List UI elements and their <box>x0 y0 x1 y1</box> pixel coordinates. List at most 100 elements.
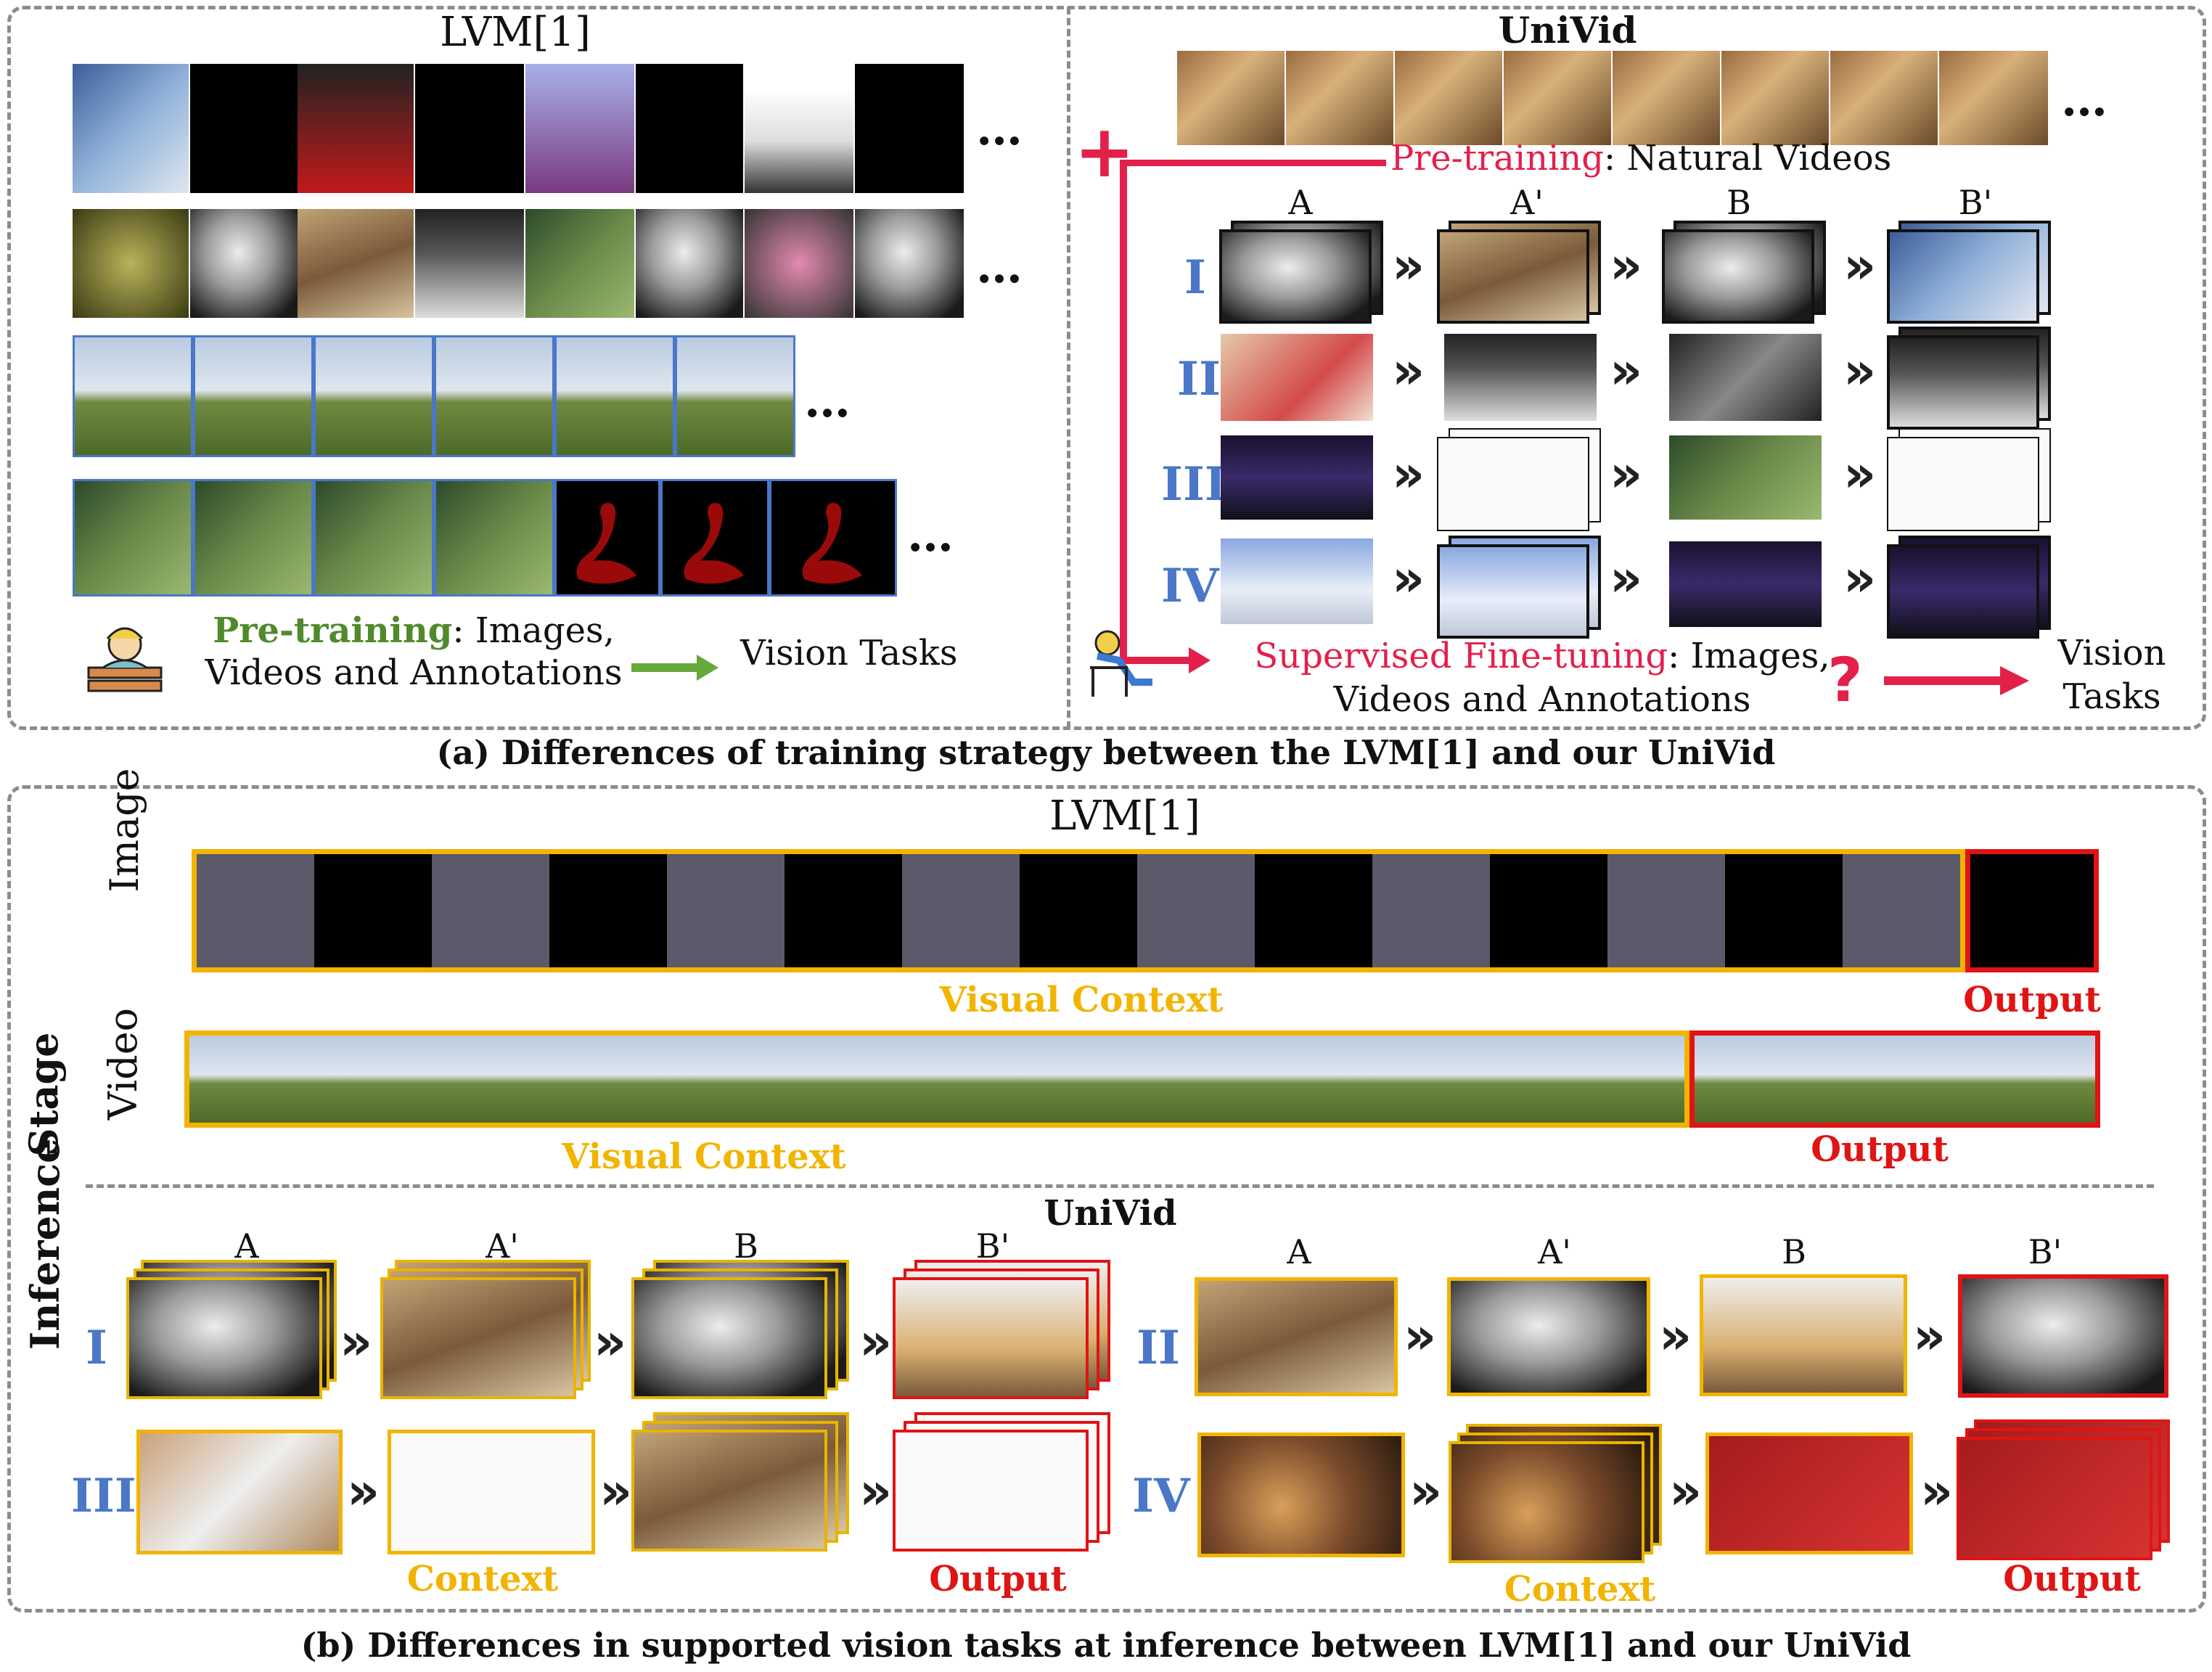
row-arrow: » <box>1610 236 1643 295</box>
caption-a: (a) Differences of training strategy bet… <box>436 733 1776 772</box>
row-arrow: » <box>347 1462 380 1521</box>
frame-a-prime <box>1447 1277 1650 1396</box>
row-arrow: » <box>1920 1462 1954 1521</box>
stack-b-prime <box>893 1260 1118 1405</box>
mask-frame <box>769 479 897 597</box>
context-left: Context <box>406 1559 559 1599</box>
stack-b-prime <box>893 1412 1118 1557</box>
row-arrow: » <box>1409 1462 1443 1521</box>
row-arrow: » <box>1610 341 1643 401</box>
row-arrow: » <box>1392 341 1425 401</box>
pose-thumb <box>855 64 964 193</box>
pretrain-right-rest: : Natural Videos <box>1603 138 1892 179</box>
depth-thumb <box>190 209 298 318</box>
stack-b-prime <box>1887 221 2054 327</box>
more-dots: … <box>804 374 852 428</box>
stack-b-prime <box>1887 536 2054 642</box>
video-frame <box>675 335 795 457</box>
frame-b <box>1700 1274 1907 1396</box>
green-arrow-icon <box>631 653 718 682</box>
row-label-i: I <box>1184 250 1206 305</box>
row-label-iv: IV <box>1161 559 1219 613</box>
depth-thumb <box>415 209 524 318</box>
mask-frame <box>660 479 769 597</box>
row-arrow: » <box>1610 444 1643 504</box>
row-arrow: » <box>1669 1462 1703 1521</box>
output-right: Output <box>2003 1559 2141 1599</box>
output-video: Output <box>1811 1129 1949 1170</box>
stack-a-prime <box>1437 428 1604 534</box>
row-arrow: » <box>1404 1306 1437 1366</box>
vision-tasks-right: Vision Tasks <box>2032 631 2192 718</box>
row-arrow: » <box>1392 549 1425 608</box>
mask-frame <box>554 479 660 597</box>
question-mark: ? <box>1827 644 1863 716</box>
more-dots: … <box>976 102 1024 156</box>
vision-tasks-left: Vision Tasks <box>740 633 958 673</box>
pink-arrow-icon <box>1884 666 2029 695</box>
video-frame <box>434 335 554 457</box>
stack-b-prime <box>1957 1419 2174 1572</box>
video-frame <box>73 335 193 457</box>
video-frame <box>193 335 314 457</box>
sft-rest2: Videos and Annotations <box>1333 679 1751 720</box>
row-arrow: » <box>594 1312 627 1372</box>
lvm-title-b: LVM[1] <box>1049 792 1200 840</box>
row-label-iii: III <box>71 1469 136 1523</box>
stack-b-prime <box>1887 327 2054 433</box>
video-context-strip <box>184 1030 1689 1128</box>
row-arrow: » <box>1610 549 1643 608</box>
row-label-ii: II <box>1177 352 1221 406</box>
swan-mask-icon <box>802 503 862 584</box>
image-label: Image <box>102 768 147 893</box>
lvm-title-a: LVM[1] <box>440 9 591 56</box>
pose-thumb <box>190 64 298 193</box>
frame-a <box>136 1430 343 1554</box>
col-header-a-prime: A' <box>1538 1232 1571 1271</box>
sft-rest1: : Images, <box>1668 636 1830 676</box>
image-thumb <box>525 64 634 193</box>
stack-b <box>631 1412 856 1557</box>
panel-b-divider <box>86 1184 2154 1188</box>
image-thumb <box>745 64 853 193</box>
visual-context-image: Visual Context <box>939 980 1224 1020</box>
image-output <box>1965 849 2099 972</box>
video-output <box>1689 1030 2100 1128</box>
visual-context-video: Visual Context <box>562 1136 846 1177</box>
vision-tasks-r2: Tasks <box>2063 676 2161 717</box>
row-arrow: » <box>1392 236 1425 295</box>
col-header-a: A <box>1287 1232 1311 1271</box>
stack-a-prime <box>1437 221 1604 327</box>
stack-a <box>1219 221 1386 327</box>
video-frame <box>434 479 554 597</box>
stack-a <box>126 1260 337 1405</box>
frame-b <box>1669 435 1822 520</box>
swan-mask-icon <box>576 503 636 584</box>
caption-b: (b) Differences in supported vision task… <box>300 1626 1912 1665</box>
frame-a <box>1221 538 1373 624</box>
sft-text: Supervised Fine-tuning: Images, Videos a… <box>1234 634 1851 721</box>
frame-a <box>1197 1433 1405 1557</box>
pretrain-right-label: Pre-training <box>1390 138 1604 179</box>
row-arrow: » <box>1913 1306 1946 1366</box>
row-arrow: » <box>340 1312 373 1372</box>
image-thumb <box>525 209 634 318</box>
row-arrow: » <box>599 1462 633 1521</box>
stack-b-prime <box>1887 428 2054 534</box>
video-frame <box>554 335 675 457</box>
frame-a <box>1221 334 1373 421</box>
video-frame <box>314 479 434 597</box>
image-thumb <box>73 209 189 318</box>
col-header-b-prime: B' <box>1958 183 1993 222</box>
pretrain-left-label: Pre-training <box>213 610 453 651</box>
natural-video-strip <box>1177 51 2048 145</box>
video-frame <box>193 479 314 597</box>
pose-thumb <box>636 64 743 193</box>
frame-a <box>1221 435 1373 520</box>
output-left: Output <box>929 1559 1067 1599</box>
col-header-b-prime: B' <box>2028 1232 2063 1271</box>
swan-mask-icon <box>684 503 744 584</box>
sft-label: Supervised Fine-tuning <box>1254 636 1668 676</box>
row-arrow: » <box>1843 236 1877 295</box>
stack-b <box>631 1260 856 1405</box>
